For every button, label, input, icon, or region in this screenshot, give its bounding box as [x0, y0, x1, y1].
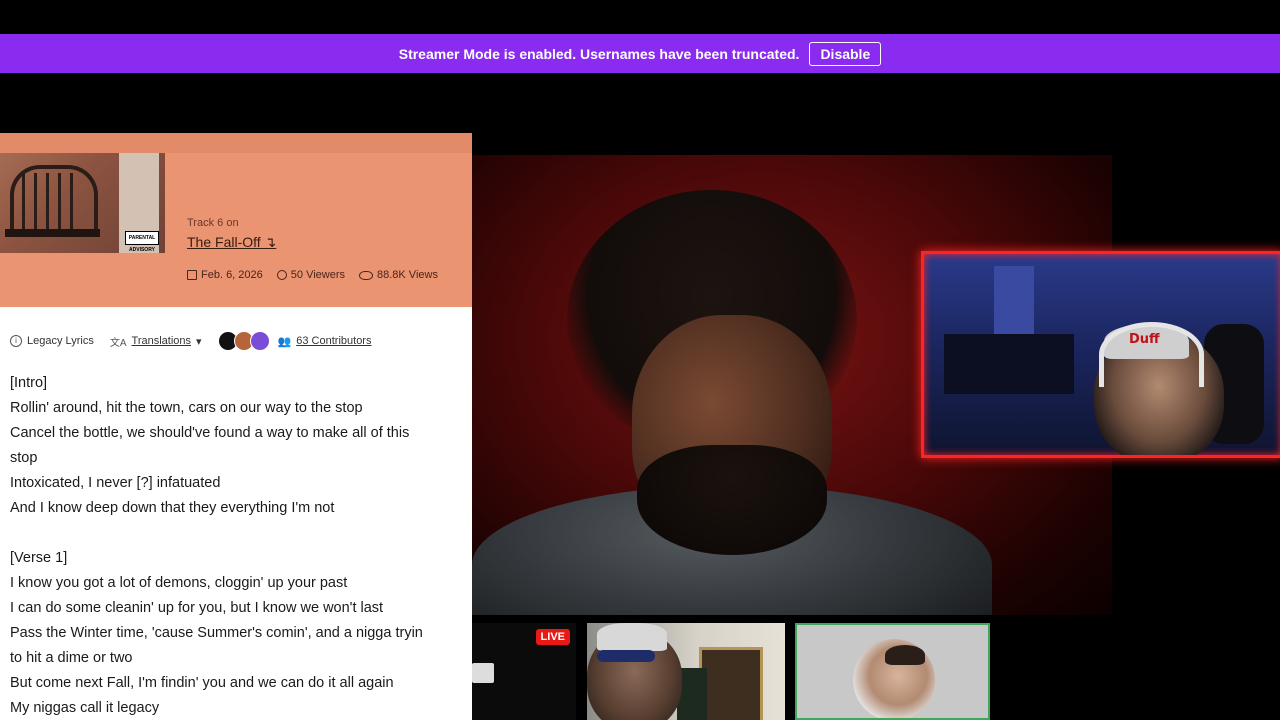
contributors-link[interactable]: 👥 63 Contributors	[278, 335, 372, 348]
calendar-icon	[187, 270, 197, 280]
viewers-text: 50 Viewers	[290, 269, 345, 281]
views-count: 88.8K Views	[359, 269, 438, 281]
people-icon: 👥	[277, 335, 292, 348]
parental-advisory-badge: PARENTAL ADVISORY	[125, 231, 159, 253]
participant-glasses	[597, 650, 655, 662]
lyric-line[interactable]: I know you got a lot of demons, cloggin'…	[10, 571, 472, 596]
viewers-count: 50 Viewers	[276, 269, 345, 281]
live-badge: LIVE	[535, 629, 570, 645]
release-date: Feb. 6, 2026	[187, 269, 263, 281]
legacy-lyrics-label: Legacy Lyrics	[27, 335, 94, 347]
lyric-line[interactable]: I can do some cleanin' up for you, but I…	[10, 596, 472, 621]
lyric-line[interactable]: And I know deep down that they everythin…	[10, 496, 472, 521]
video-subject-beard	[637, 445, 827, 555]
lyric-line[interactable]: [Intro]	[10, 371, 472, 396]
release-date-text: Feb. 6, 2026	[201, 269, 263, 281]
streamer-mode-message: Streamer Mode is enabled. Usernames have…	[398, 45, 800, 62]
views-text: 88.8K Views	[377, 269, 438, 281]
lyric-line[interactable]: Rollin' around, hit the town, cars on ou…	[10, 396, 472, 421]
lyric-line[interactable]: But come next Fall, I'm findin' you and …	[10, 671, 472, 696]
streamer-webcam-overlay: Duff	[921, 251, 1280, 458]
eye-icon	[359, 270, 373, 280]
participant-tile[interactable]: LIVE	[472, 623, 576, 720]
lyric-line[interactable]: stop	[10, 446, 472, 471]
lyric-line[interactable]: Pass the Winter time, 'cause Summer's co…	[10, 621, 472, 646]
headset	[1099, 322, 1204, 387]
translate-icon: 文A	[109, 337, 127, 349]
participant-tile[interactable]	[587, 623, 785, 720]
track-info: Track 6 on The Fall-Off ↴	[187, 217, 276, 251]
lyrics-panel: PARENTAL ADVISORY Track 6 on The Fall-Of…	[0, 133, 472, 720]
song-meta: Feb. 6, 2026 50 Viewers 88.8K Views	[187, 269, 438, 281]
wall-picture-frame	[699, 647, 763, 720]
translations-dropdown[interactable]: 文A Translations ▾	[110, 334, 202, 349]
info-icon: i	[10, 335, 22, 347]
webcam-background-desk	[944, 334, 1074, 394]
lyric-line[interactable]: My niggas call it legacy	[10, 696, 472, 720]
contributors-label: 63 Contributors	[296, 335, 372, 347]
clock-icon	[276, 270, 287, 280]
participant-avatar-hair	[885, 645, 925, 665]
album-cover-image[interactable]: PARENTAL ADVISORY	[0, 153, 165, 253]
stanza-gap	[10, 521, 472, 546]
lyric-line[interactable]: Cancel the bottle, we should've found a …	[10, 421, 472, 446]
participant-tile-active[interactable]	[795, 623, 990, 720]
participant-thumbnail	[472, 663, 494, 683]
participant-cap	[597, 623, 667, 651]
lyric-line[interactable]: Intoxicated, I never [?] infatuated	[10, 471, 472, 496]
lyrics-toolbar: i Legacy Lyrics 文A Translations ▾ 👥 63 C…	[10, 331, 387, 351]
contributor-avatars[interactable]	[217, 331, 270, 351]
translations-label: Translations	[131, 335, 192, 347]
header-nav-strip	[0, 133, 472, 153]
contributor-avatar	[249, 331, 270, 351]
streamer-mode-banner: Streamer Mode is enabled. Usernames have…	[0, 34, 1280, 73]
caret-down-icon: ▾	[196, 335, 202, 348]
legacy-lyrics-info[interactable]: i Legacy Lyrics	[10, 335, 94, 347]
song-header: PARENTAL ADVISORY Track 6 on The Fall-Of…	[0, 133, 472, 307]
disable-streamer-mode-button[interactable]: Disable	[809, 41, 882, 66]
lyric-line[interactable]: [Verse 1]	[10, 546, 472, 571]
track-number-label: Track 6 on	[187, 217, 239, 229]
lyric-line[interactable]: to hit a dime or two	[10, 646, 472, 671]
lyrics-body: [Intro] Rollin' around, hit the town, ca…	[10, 371, 472, 720]
album-link[interactable]: The Fall-Off ↴	[187, 234, 276, 251]
